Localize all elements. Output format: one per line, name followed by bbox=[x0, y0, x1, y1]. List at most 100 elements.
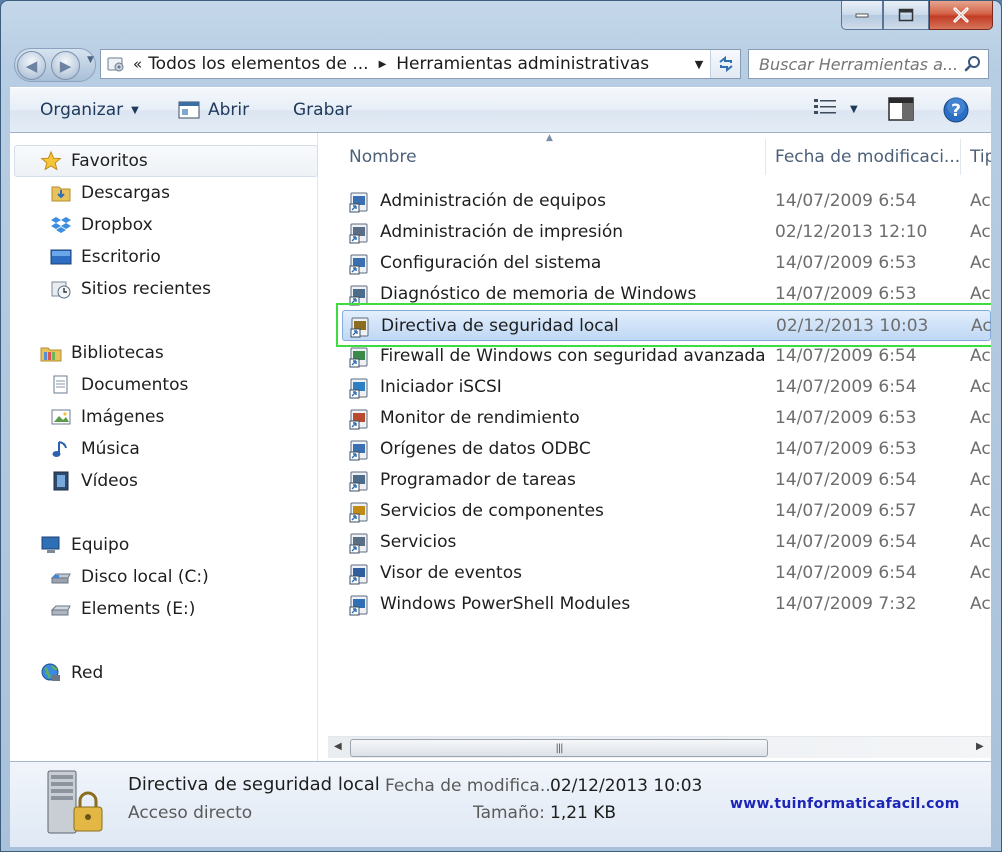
open-label: Abrir bbox=[208, 100, 250, 120]
documents-icon bbox=[50, 374, 72, 396]
file-row[interactable]: Programador de tareas 14/07/2009 6:54 Ac bbox=[342, 465, 991, 496]
file-row[interactable]: Orígenes de datos ODBC 14/07/2009 6:53 Ac bbox=[342, 434, 991, 465]
sidebar-item-pictures[interactable]: Imágenes bbox=[50, 401, 164, 433]
sidebar-item-desktop[interactable]: Escritorio bbox=[50, 241, 161, 273]
explorer-window: ◀ ▶ ▼ « Todos los elementos de ... ▶ Her… bbox=[0, 0, 1002, 852]
file-type: Ac bbox=[970, 284, 991, 304]
scrollbar-thumb[interactable]: ||| bbox=[350, 739, 768, 757]
computer-icon bbox=[40, 534, 62, 556]
file-date: 14/07/2009 6:54 bbox=[775, 532, 917, 552]
file-row[interactable]: Directiva de seguridad local 02/12/2013 1… bbox=[342, 310, 991, 341]
admin-shortcut-icon bbox=[349, 533, 368, 554]
file-row[interactable]: Administración de equipos 14/07/2009 6:54… bbox=[342, 186, 991, 217]
maximize-button[interactable] bbox=[883, 1, 929, 30]
file-name: Monitor de rendimiento bbox=[380, 408, 580, 428]
file-row[interactable]: Windows PowerShell Modules 14/07/2009 7:3… bbox=[342, 589, 991, 620]
sidebar-item-elements-drive[interactable]: Elements (E:) bbox=[50, 593, 195, 625]
removable-drive-icon bbox=[50, 598, 72, 620]
column-divider[interactable] bbox=[765, 139, 766, 175]
details-view-icon bbox=[814, 99, 836, 114]
change-view-button[interactable] bbox=[813, 97, 837, 117]
minimize-button[interactable] bbox=[841, 1, 883, 30]
sidebar-item-favorites[interactable]: Favoritos bbox=[40, 145, 148, 177]
sidebar-desktop-label: Escritorio bbox=[81, 247, 161, 267]
sidebar-pictures-label: Imágenes bbox=[81, 407, 165, 427]
file-row[interactable]: Visor de eventos 14/07/2009 6:54 Ac bbox=[342, 558, 991, 589]
search-input[interactable] bbox=[759, 54, 959, 74]
navigation-row: ◀ ▶ ▼ « Todos los elementos de ... ▶ Her… bbox=[1, 41, 1002, 87]
file-name: Orígenes de datos ODBC bbox=[380, 439, 591, 459]
column-headers: ▲ Nombre Fecha de modificaci... Tip bbox=[322, 133, 991, 179]
file-row[interactable]: Firewall de Windows con seguridad avanza… bbox=[342, 341, 991, 372]
file-type: Ac bbox=[970, 594, 991, 614]
file-type: Ac bbox=[970, 377, 991, 397]
sidebar-item-videos[interactable]: Vídeos bbox=[50, 465, 138, 497]
organize-menu[interactable]: Organizar ▼ bbox=[40, 100, 139, 120]
file-name: Windows PowerShell Modules bbox=[380, 594, 631, 614]
file-date: 14/07/2009 6:53 bbox=[775, 439, 917, 459]
refresh-button[interactable] bbox=[710, 50, 740, 78]
sidebar-item-downloads[interactable]: Descargas bbox=[50, 177, 170, 209]
recent-pages-dropdown[interactable]: ▼ bbox=[87, 55, 94, 65]
file-row[interactable]: Diagnóstico de memoria de Windows 14/07/2… bbox=[342, 279, 991, 310]
file-type: Ac bbox=[970, 222, 991, 242]
details-title: Directiva de seguridad local bbox=[128, 774, 380, 795]
sidebar-item-dropbox[interactable]: Dropbox bbox=[50, 209, 153, 241]
sidebar-item-music[interactable]: Música bbox=[50, 433, 140, 465]
scroll-left-icon[interactable]: ◀ bbox=[334, 741, 342, 752]
file-type: Ac bbox=[970, 408, 991, 428]
burn-button[interactable]: Grabar bbox=[293, 100, 352, 120]
address-bar[interactable]: « Todos los elementos de ... ▶ Herramien… bbox=[100, 49, 741, 79]
sidebar-network-label: Red bbox=[71, 663, 104, 683]
pictures-icon bbox=[50, 406, 72, 428]
file-type: Ac bbox=[970, 470, 991, 490]
preview-pane-button[interactable] bbox=[888, 97, 914, 121]
sidebar-item-recent-places[interactable]: Sitios recientes bbox=[50, 273, 211, 305]
sidebar-item-libraries[interactable]: Bibliotecas bbox=[40, 337, 164, 369]
desktop-icon bbox=[50, 246, 72, 268]
column-divider[interactable] bbox=[960, 139, 961, 175]
address-overflow[interactable]: « bbox=[133, 55, 142, 73]
help-button[interactable]: ? bbox=[942, 96, 970, 124]
column-header-type[interactable]: Tip bbox=[970, 147, 991, 167]
file-row[interactable]: Administración de impresión 02/12/2013 12… bbox=[342, 217, 991, 248]
file-date: 14/07/2009 6:54 bbox=[775, 191, 917, 211]
file-type: Ac bbox=[970, 346, 991, 366]
videos-icon bbox=[50, 470, 72, 492]
address-dropdown[interactable]: ▼ bbox=[688, 58, 710, 71]
file-name: Administración de impresión bbox=[380, 222, 624, 242]
open-button[interactable]: Abrir bbox=[178, 100, 249, 120]
sidebar-item-local-disk[interactable]: Disco local (C:) bbox=[50, 561, 209, 593]
horizontal-scrollbar[interactable]: ◀ ||| ▶ bbox=[328, 736, 991, 758]
help-icon: ? bbox=[943, 97, 969, 123]
file-row[interactable]: Servicios 14/07/2009 6:54 Ac bbox=[342, 527, 991, 558]
window-open-icon bbox=[178, 101, 200, 119]
scroll-right-icon[interactable]: ▶ bbox=[976, 741, 984, 752]
breadcrumb-admin-tools[interactable]: Herramientas administrativas bbox=[396, 54, 649, 74]
sidebar-recent-places-label: Sitios recientes bbox=[81, 279, 211, 299]
column-header-modified[interactable]: Fecha de modificaci... bbox=[775, 147, 960, 167]
breadcrumb-separator-icon[interactable]: ▶ bbox=[379, 59, 387, 70]
file-row[interactable]: Monitor de rendimiento 14/07/2009 6:53 Ac bbox=[342, 403, 991, 434]
sidebar-item-computer[interactable]: Equipo bbox=[40, 529, 129, 561]
view-options-dropdown[interactable]: ▼ bbox=[850, 104, 858, 115]
file-row[interactable]: Servicios de componentes 14/07/2009 6:57 A… bbox=[342, 496, 991, 527]
breadcrumb-all-items[interactable]: Todos los elementos de ... bbox=[148, 54, 368, 74]
file-row[interactable]: Configuración del sistema 14/07/2009 6:53… bbox=[342, 248, 991, 279]
forward-button[interactable]: ▶ bbox=[51, 51, 80, 80]
admin-shortcut-icon bbox=[349, 192, 368, 213]
sidebar-item-documents[interactable]: Documentos bbox=[50, 369, 188, 401]
file-date: 14/07/2009 6:57 bbox=[775, 501, 917, 521]
sidebar-item-network[interactable]: Red bbox=[40, 657, 103, 689]
file-row[interactable]: Iniciador iSCSI 14/07/2009 6:54 Ac bbox=[342, 372, 991, 403]
file-name: Servicios bbox=[380, 532, 457, 552]
file-date: 14/07/2009 6:54 bbox=[775, 377, 917, 397]
back-button[interactable]: ◀ bbox=[17, 51, 46, 80]
sidebar-computer-label: Equipo bbox=[71, 535, 130, 555]
column-header-name[interactable]: Nombre bbox=[349, 147, 417, 167]
sidebar-local-disk-label: Disco local (C:) bbox=[81, 567, 209, 587]
admin-shortcut-icon bbox=[349, 409, 368, 430]
search-button[interactable] bbox=[958, 55, 988, 73]
close-button[interactable] bbox=[929, 1, 993, 30]
search-icon bbox=[964, 56, 981, 72]
